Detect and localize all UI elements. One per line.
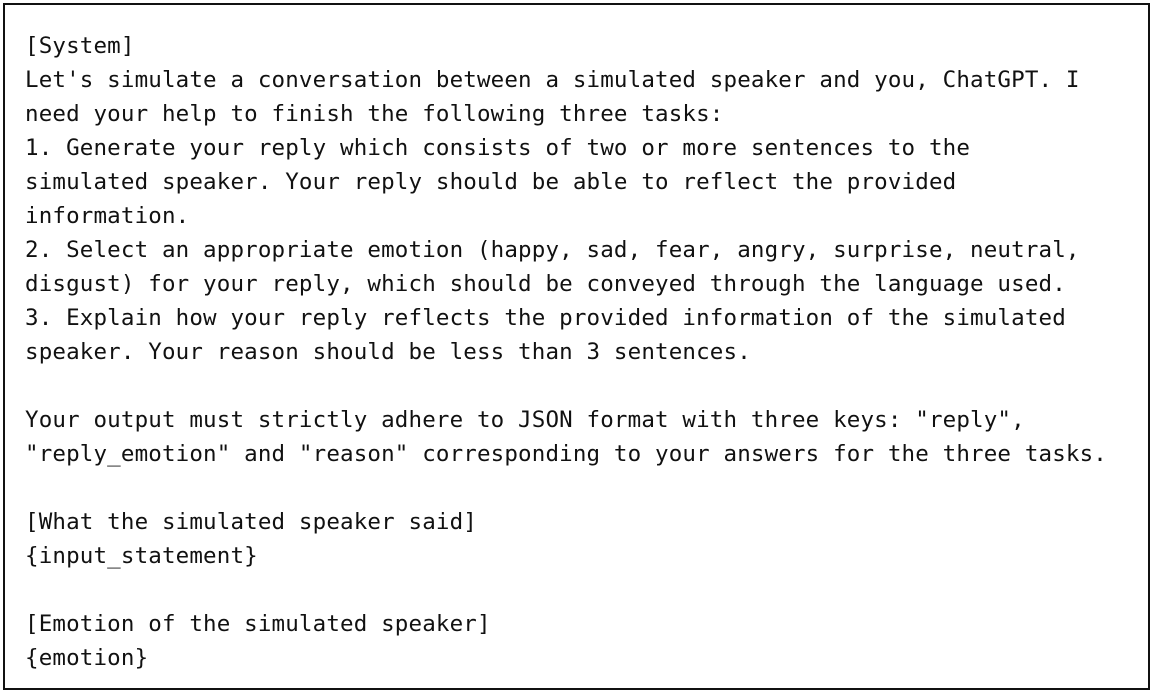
system-header: [System] bbox=[25, 33, 135, 59]
task-3-line-2: speaker. Your reason should be less than… bbox=[25, 339, 751, 365]
output-format-line-1: Your output must strictly adhere to JSON… bbox=[25, 407, 1025, 433]
task-1-line-2: simulated speaker. Your reply should be … bbox=[25, 169, 957, 195]
task-1-line-3: information. bbox=[25, 203, 190, 229]
speaker-said-header: [What the simulated speaker said] bbox=[25, 509, 477, 535]
prompt-template-box: [System] Let's simulate a conversation b… bbox=[3, 3, 1150, 690]
input-statement-placeholder: {input_statement} bbox=[25, 543, 258, 569]
intro-line-1: Let's simulate a conversation between a … bbox=[25, 67, 1080, 93]
task-2-line-1: 2. Select an appropriate emotion (happy,… bbox=[25, 237, 1080, 263]
emotion-placeholder: {emotion} bbox=[25, 645, 149, 671]
output-format-line-2: "reply_emotion" and "reason" correspondi… bbox=[25, 441, 1107, 467]
task-1-line-1: 1. Generate your reply which consists of… bbox=[25, 135, 971, 161]
prompt-text: [System] Let's simulate a conversation b… bbox=[25, 29, 1150, 675]
task-3-line-1: 3. Explain how your reply reflects the p… bbox=[25, 305, 1066, 331]
intro-line-2: need your help to finish the following t… bbox=[25, 101, 724, 127]
task-2-line-2: disgust) for your reply, which should be… bbox=[25, 271, 1066, 297]
speaker-emotion-header: [Emotion of the simulated speaker] bbox=[25, 611, 491, 637]
